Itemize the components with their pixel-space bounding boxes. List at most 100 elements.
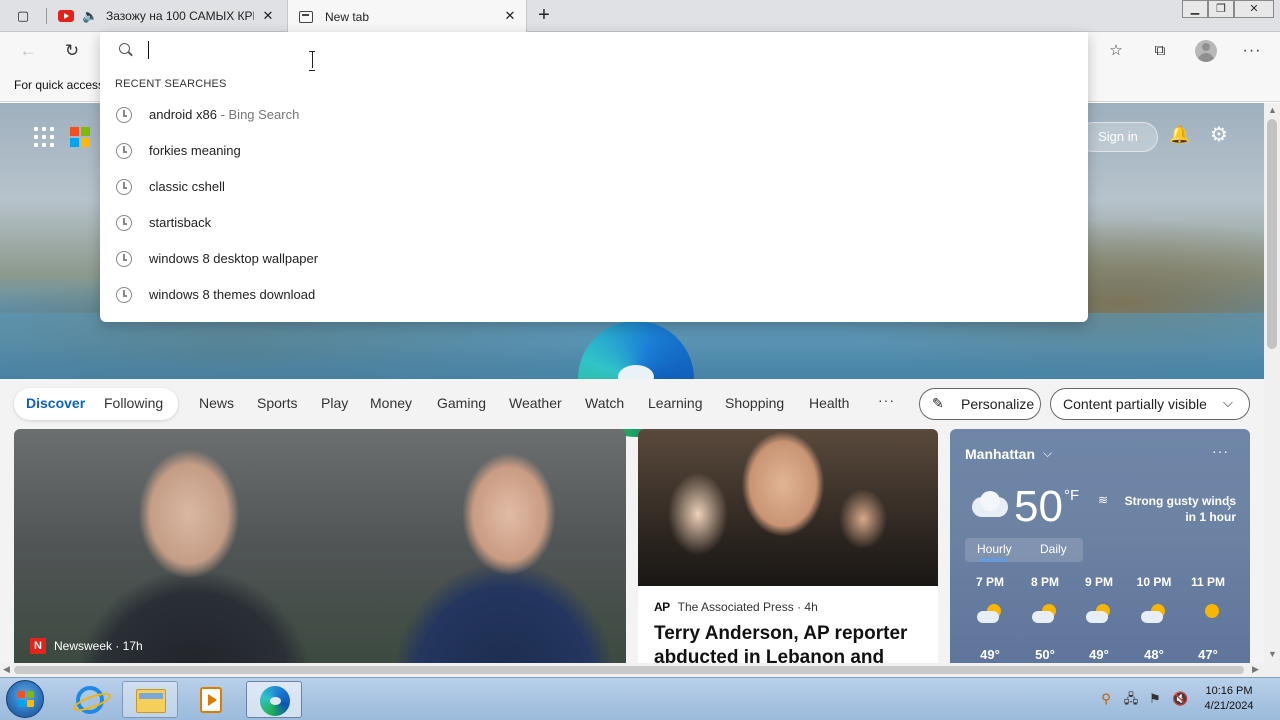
scroll-thumb[interactable] — [14, 666, 1244, 674]
collections-icon[interactable]: ⧉ — [1150, 41, 1170, 61]
clock-date: 4/21/2024 — [1204, 700, 1254, 712]
feed-mode-switch: Discover Following — [14, 388, 178, 420]
nav-more-icon[interactable]: ··· — [878, 392, 895, 408]
tab-new-tab[interactable]: New tab ✕ — [287, 0, 527, 33]
recent-search-query: android x86 — [149, 107, 217, 122]
profile-avatar[interactable] — [1195, 40, 1217, 62]
nav-learning[interactable]: Learning — [648, 395, 703, 411]
close-window-button[interactable]: ✕ — [1234, 0, 1274, 18]
address-bar-input[interactable] — [148, 38, 1048, 62]
horizontal-scrollbar[interactable]: ◀ ▶ — [0, 663, 1264, 677]
chevron-down-icon[interactable]: ⌵ — [1043, 446, 1052, 461]
sign-in-button[interactable]: Sign in — [1078, 122, 1158, 152]
recent-search-item[interactable]: windows 8 themes download — [100, 278, 1088, 314]
search-tray-icon[interactable]: ⚲ — [1098, 691, 1114, 707]
history-icon — [116, 251, 132, 267]
taskbar-file-explorer[interactable] — [122, 681, 178, 718]
search-icon — [118, 42, 134, 58]
close-tab-icon[interactable]: ✕ — [502, 8, 518, 24]
recent-search-item[interactable]: android x86 - Bing Search — [100, 98, 1088, 134]
cloudy-icon — [966, 491, 1010, 519]
weather-city[interactable]: Manhattan — [965, 446, 1035, 462]
tab-discover[interactable]: Discover — [26, 395, 85, 411]
folder-icon — [136, 689, 166, 713]
close-tab-icon[interactable]: ✕ — [260, 8, 276, 24]
content-visibility-dropdown[interactable]: Content partially visible ⌵ — [1050, 388, 1250, 420]
recent-search-item[interactable]: startisback — [100, 206, 1088, 242]
taskbar-internet-explorer[interactable] — [62, 681, 118, 718]
partly-cloudy-night-icon — [1032, 604, 1058, 624]
back-button[interactable]: ← — [18, 41, 38, 61]
start-flag-blue — [18, 700, 25, 707]
feed-navigation: Discover Following News Sports Play Mone… — [0, 379, 1264, 429]
personalize-button[interactable]: ✎ Personalize — [919, 388, 1041, 420]
recent-search-item[interactable]: forkies meaning — [100, 134, 1088, 170]
network-tray-icon[interactable]: 🖧 — [1123, 691, 1139, 707]
recent-search-text: windows 8 desktop wallpaper — [149, 251, 319, 266]
recent-search-text: forkies meaning — [149, 143, 241, 158]
weather-wind-alert[interactable]: Strong gusty winds in 1 hour — [1116, 493, 1236, 525]
weather-card[interactable]: Manhattan ⌵ ··· 50 °F ≋ Strong gusty win… — [950, 429, 1250, 663]
microsoft-logo-icon[interactable] — [70, 127, 90, 147]
start-flag-green — [27, 691, 34, 698]
nav-sports[interactable]: Sports — [257, 395, 297, 411]
page-settings-gear-icon[interactable]: ⚙ — [1208, 124, 1230, 146]
chevron-right-icon[interactable]: › — [1227, 499, 1231, 514]
taskbar-edge[interactable] — [246, 681, 302, 718]
story-image — [638, 429, 938, 586]
app-launcher-icon[interactable] — [34, 127, 54, 147]
scroll-down-icon[interactable]: ▼ — [1268, 649, 1277, 659]
restore-button[interactable]: ❐ — [1208, 0, 1234, 18]
history-icon — [116, 215, 132, 231]
address-bar-dropdown: RECENT SEARCHES android x86 - Bing Searc… — [100, 32, 1088, 322]
nav-gaming[interactable]: Gaming — [437, 395, 486, 411]
refresh-button[interactable]: ↻ — [62, 41, 82, 61]
partly-cloudy-night-icon — [1086, 604, 1112, 624]
favorites-bar-text: For quick access — [14, 78, 105, 92]
media-player-icon — [200, 687, 222, 713]
volume-muted-icon[interactable]: 🔇 — [1172, 691, 1188, 707]
mouse-ibeam-cursor — [309, 51, 315, 71]
taskbar-clock[interactable]: 10:16 PM 4/21/2024 — [1196, 684, 1262, 714]
tab-daily[interactable]: Daily — [1040, 542, 1067, 556]
ap-logo-icon: AP — [654, 600, 670, 614]
story-headline[interactable]: Terry Anderson, AP reporter abducted in … — [654, 622, 926, 663]
nav-watch[interactable]: Watch — [585, 395, 624, 411]
favorites-star-icon[interactable]: ☆ — [1106, 41, 1126, 61]
recent-search-item[interactable]: classic cshell — [100, 170, 1088, 206]
vertical-scrollbar[interactable]: ▲ ▼ — [1264, 103, 1280, 663]
scrollbar-corner — [1264, 663, 1280, 677]
taskbar-media-player[interactable] — [183, 681, 239, 718]
scroll-up-icon[interactable]: ▲ — [1268, 105, 1277, 115]
recent-search-text: startisback — [149, 215, 212, 230]
new-tab-button[interactable]: + — [534, 5, 554, 25]
recent-search-item[interactable]: windows 8 desktop wallpaper — [100, 242, 1088, 278]
history-icon — [116, 143, 132, 159]
weather-temperature: 50 — [1014, 482, 1063, 531]
nav-play[interactable]: Play — [321, 395, 348, 411]
tab-hourly[interactable]: Hourly — [977, 542, 1012, 556]
nav-health[interactable]: Health — [809, 395, 849, 411]
clock-time: 10:16 PM — [1205, 685, 1253, 697]
partly-cloudy-icon — [977, 604, 1003, 624]
nav-weather[interactable]: Weather — [509, 395, 562, 411]
scroll-right-icon[interactable]: ▶ — [1252, 664, 1259, 675]
tab-following[interactable]: Following — [104, 395, 163, 411]
start-button[interactable] — [6, 680, 44, 718]
story-card[interactable]: AP The Associated Press · 4h Terry Ander… — [638, 429, 938, 663]
tab-actions-icon[interactable]: ▢ — [14, 7, 32, 25]
scroll-thumb[interactable] — [1267, 119, 1277, 349]
weather-more-icon[interactable]: ··· — [1212, 443, 1229, 459]
minimize-button[interactable]: ▁ — [1182, 0, 1208, 18]
tab-youtube[interactable]: 🔈 Зазожу на 100 САМЫХ КРИ ✕ — [52, 0, 284, 32]
nav-shopping[interactable]: Shopping — [725, 395, 784, 411]
action-center-flag-icon[interactable]: ⚑ — [1147, 691, 1163, 707]
settings-more-icon[interactable]: ··· — [1242, 41, 1262, 61]
main-news-card[interactable]: N Newsweek · 17h — [14, 429, 626, 663]
nav-money[interactable]: Money — [370, 395, 412, 411]
speaker-icon[interactable]: 🔈 — [82, 8, 98, 24]
nav-news[interactable]: News — [199, 395, 234, 411]
edge-icon — [260, 686, 290, 716]
scroll-left-icon[interactable]: ◀ — [3, 664, 10, 675]
notifications-bell-icon[interactable]: 🔔 — [1169, 125, 1190, 145]
